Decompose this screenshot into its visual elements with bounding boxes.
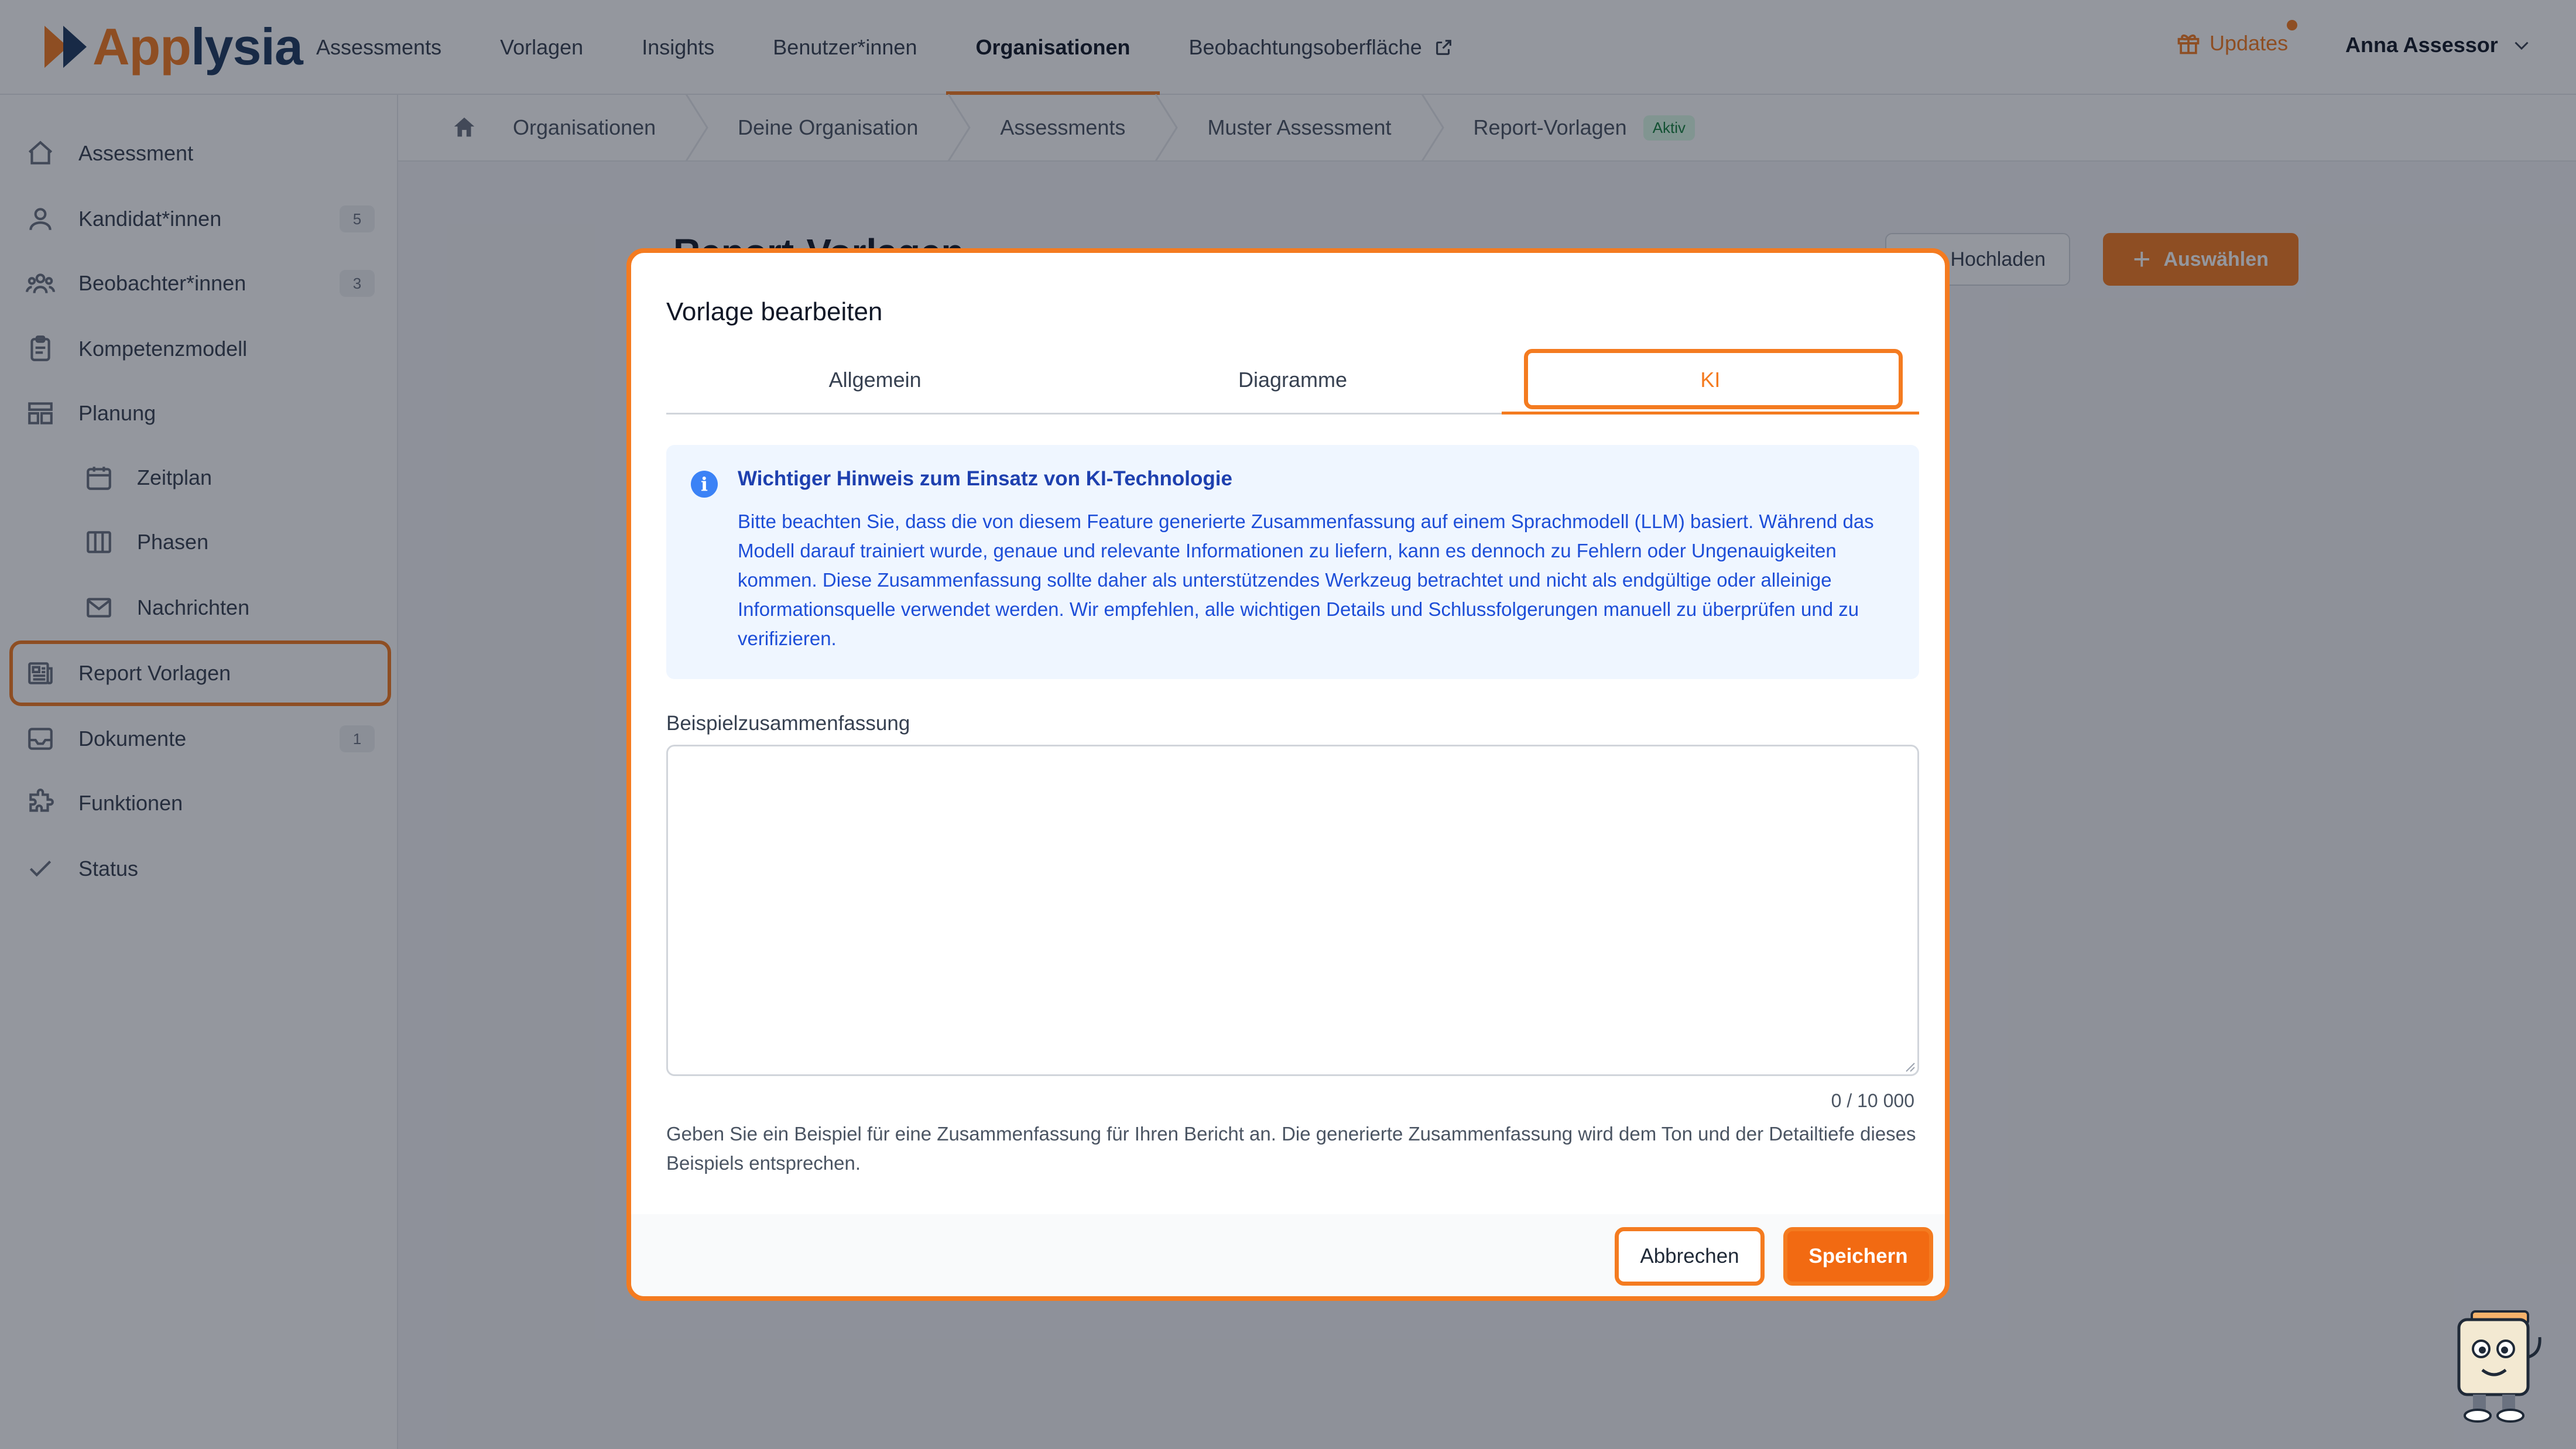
resize-handle-icon[interactable]: [1903, 1060, 1916, 1073]
mascot-assistant-icon[interactable]: [2441, 1308, 2547, 1425]
edit-template-modal: Vorlage bearbeiten Allgemein Diagramme K…: [626, 248, 1950, 1301]
save-label: Speichern: [1808, 1245, 1908, 1268]
notice-body: Bitte beachten Sie, dass die von diesem …: [738, 511, 1874, 649]
save-button[interactable]: Speichern: [1783, 1227, 1933, 1286]
summary-field-label: Beispielzusammenfassung: [666, 712, 910, 735]
tab-diagramme[interactable]: Diagramme: [1084, 347, 1501, 413]
notice-title: Wichtiger Hinweis zum Einsatz von KI-Tec…: [738, 467, 1232, 490]
ai-notice: i Wichtiger Hinweis zum Einsatz von KI-T…: [666, 445, 1919, 679]
field-hint: Geben Sie ein Beispiel für eine Zusammen…: [666, 1123, 1916, 1174]
example-summary-textarea[interactable]: [666, 745, 1919, 1076]
tab-label: Allgemein: [828, 367, 922, 392]
modal-title: Vorlage bearbeiten: [666, 297, 883, 326]
tab-label: Diagramme: [1238, 367, 1348, 392]
cancel-label: Abbrechen: [1640, 1245, 1739, 1268]
modal-tabs: Allgemein Diagramme KI: [666, 347, 1920, 415]
tab-focus-ring: [1523, 349, 1903, 409]
character-counter: 0 / 10 000: [1831, 1090, 1914, 1111]
cancel-button[interactable]: Abbrechen: [1615, 1227, 1765, 1286]
info-icon: i: [691, 471, 718, 498]
tab-ki[interactable]: KI: [1501, 347, 1920, 415]
tab-allgemein[interactable]: Allgemein: [666, 347, 1084, 413]
